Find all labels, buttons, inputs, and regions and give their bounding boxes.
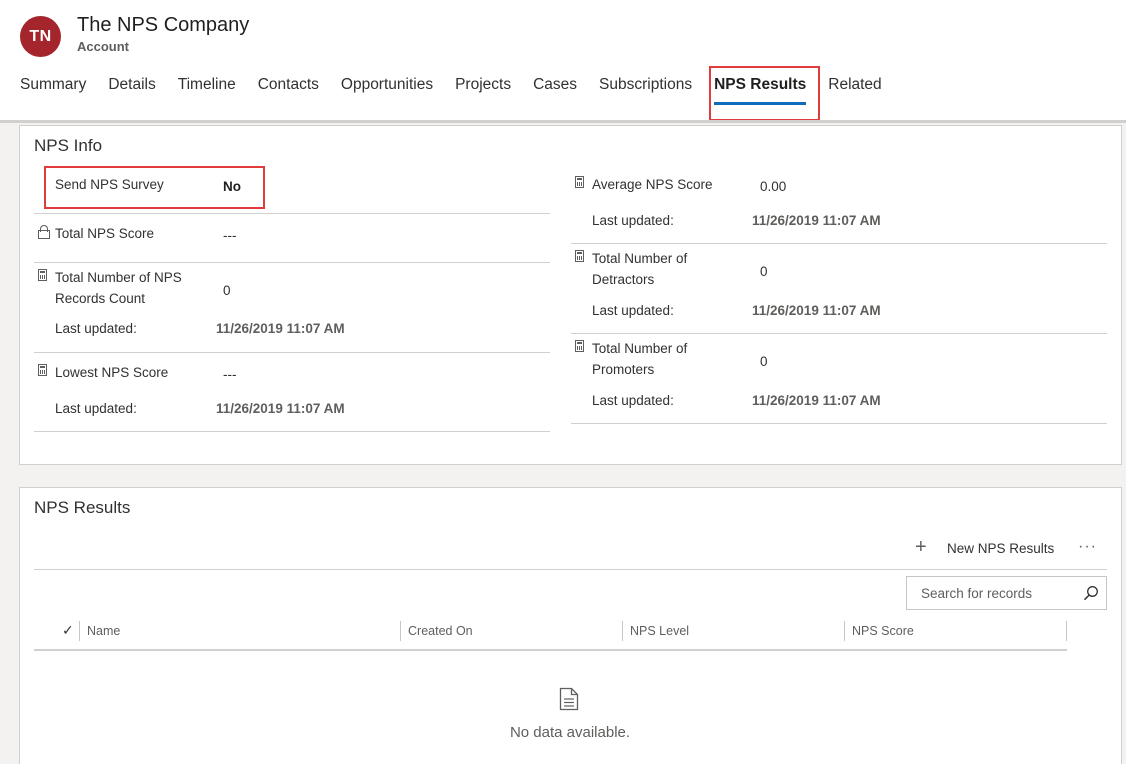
calculator-icon [575,250,584,265]
tab-contacts[interactable]: Contacts [258,76,319,100]
lowest-nps-score-value: --- [223,367,237,382]
last-updated-value: 11/26/2019 11:07 AM [216,401,345,416]
field-divider [571,423,1107,424]
grid-header-divider [34,649,1067,651]
tab-details[interactable]: Details [108,76,155,100]
calculator-icon [575,176,584,191]
more-commands-icon[interactable]: ··· [1078,538,1097,556]
last-updated-label: Last updated: [592,393,674,408]
total-detractors-label: Total Number of Detractors [592,251,688,287]
total-nps-records-label: Total Number of NPS Records Count [55,270,182,306]
last-updated-value: 11/26/2019 11:07 AM [752,303,881,318]
field-divider [34,352,550,353]
last-updated-value: 11/26/2019 11:07 AM [752,213,881,228]
column-separator [400,621,401,641]
column-separator [844,621,845,641]
empty-state-text: No data available. [509,724,631,741]
total-nps-score-label: Total NPS Score [55,226,155,241]
field-divider [34,431,550,432]
total-nps-records-value: 0 [223,283,231,298]
column-header-nps-level[interactable]: NPS Level [630,624,689,638]
tab-timeline[interactable]: Timeline [178,76,236,100]
calculator-icon [38,364,47,379]
total-promoters-value: 0 [760,354,768,369]
new-nps-results-button[interactable]: New NPS Results [947,541,1054,556]
field-divider [571,333,1107,334]
total-detractors-value: 0 [760,264,768,279]
tab-opportunities[interactable]: Opportunities [341,76,433,100]
column-header-nps-score[interactable]: NPS Score [852,624,914,638]
calculator-icon [38,269,47,284]
send-nps-survey-label: Send NPS Survey [55,177,164,192]
select-all-checkmark-icon[interactable]: ✓ [62,622,74,639]
last-updated-value: 11/26/2019 11:07 AM [216,321,345,336]
last-updated-label: Last updated: [592,303,674,318]
field-divider [34,262,550,263]
tab-projects[interactable]: Projects [455,76,511,100]
lowest-nps-score-label: Lowest NPS Score [55,365,169,380]
average-nps-score-value: 0.00 [760,179,787,194]
send-nps-survey-value[interactable]: No [223,179,241,194]
search-icon[interactable] [1083,585,1099,601]
tab-bar: Summary Details Timeline Contacts Opport… [20,76,882,105]
nps-results-title: NPS Results [34,498,131,517]
plus-icon[interactable]: + [915,537,927,557]
last-updated-value: 11/26/2019 11:07 AM [752,393,881,408]
lock-icon [38,225,50,241]
record-header: TN The NPS Company Account Summary Detai… [0,0,1126,122]
document-icon [559,687,579,711]
search-input[interactable] [907,577,1077,609]
calculator-icon [575,340,584,355]
total-promoters-label: Total Number of Promoters [592,341,688,377]
average-nps-score-label: Average NPS Score [592,177,713,192]
command-bar-divider [34,569,1107,570]
record-title: The NPS Company [77,14,250,36]
column-separator [622,621,623,641]
last-updated-label: Last updated: [55,401,137,416]
record-entity-type: Account [77,39,129,54]
column-header-created-on[interactable]: Created On [408,624,473,638]
nps-results-section [19,487,1122,764]
tab-related[interactable]: Related [828,76,881,100]
column-separator [1066,621,1067,641]
nps-info-title: NPS Info [34,136,103,155]
tab-summary[interactable]: Summary [20,76,86,100]
search-box [906,576,1107,610]
avatar: TN [20,16,61,57]
field-divider [571,243,1107,244]
tab-cases[interactable]: Cases [533,76,577,100]
field-divider [34,213,550,214]
tab-nps-results[interactable]: NPS Results [714,76,807,105]
column-separator [79,621,80,641]
total-nps-score-value: --- [223,228,237,243]
tab-subscriptions[interactable]: Subscriptions [599,76,692,100]
last-updated-label: Last updated: [55,321,137,336]
last-updated-label: Last updated: [592,213,674,228]
column-header-name[interactable]: Name [87,624,120,638]
